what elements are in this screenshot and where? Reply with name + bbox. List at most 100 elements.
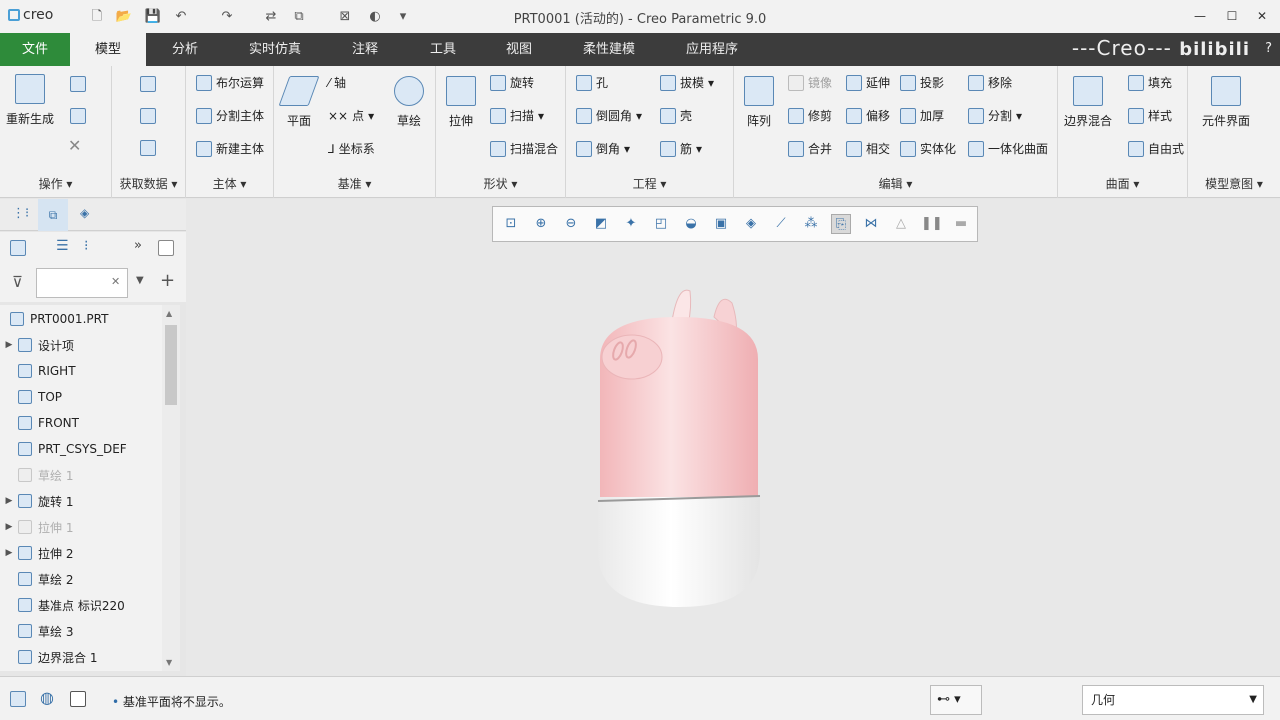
- project-button[interactable]: 投影: [900, 74, 944, 91]
- view-manager-icon[interactable]: ▣: [711, 214, 731, 234]
- open-icon[interactable]: 📂: [115, 8, 133, 26]
- split-button[interactable]: 分割 ▾: [968, 107, 1022, 124]
- plane-button[interactable]: 平面: [278, 76, 320, 129]
- save-icon[interactable]: 💾: [144, 8, 162, 26]
- refit-icon[interactable]: ⊡: [501, 214, 521, 234]
- solidify-button[interactable]: 实体化: [900, 140, 956, 157]
- pattern-button[interactable]: 阵列: [744, 76, 774, 129]
- pause-icon[interactable]: ❚❚: [921, 214, 943, 234]
- redo-icon[interactable]: ↷: [218, 8, 236, 26]
- new-icon[interactable]: 🗋: [88, 8, 106, 26]
- display-style-icon[interactable]: ◒: [681, 214, 701, 234]
- customize-icon[interactable]: ▾: [394, 8, 412, 26]
- tab-annotate[interactable]: 注释: [330, 33, 400, 66]
- draft-button[interactable]: 拔模 ▾: [660, 74, 714, 91]
- hole-button[interactable]: 孔: [576, 74, 608, 91]
- tree-node[interactable]: ▶ 设计项: [0, 332, 162, 358]
- clear-search-icon[interactable]: ✕: [111, 275, 120, 288]
- windows-icon[interactable]: ⧉: [290, 8, 308, 26]
- filter-icon[interactable]: ⊽: [12, 273, 23, 291]
- delete-icon[interactable]: ✕: [68, 136, 81, 155]
- extend-button[interactable]: 延伸: [846, 74, 890, 91]
- show-navigator-icon[interactable]: [10, 691, 26, 707]
- regenerate-button[interactable]: 重新生成: [6, 74, 54, 127]
- tree-node[interactable]: ▶ 拉伸 2: [0, 540, 162, 566]
- tree-node[interactable]: 草绘 1: [0, 462, 162, 488]
- scroll-down-icon[interactable]: ▼: [166, 658, 172, 667]
- tree-node[interactable]: 草绘 3: [0, 618, 162, 644]
- browser-icon[interactable]: ◍: [40, 688, 54, 707]
- expand-icon[interactable]: ▶: [0, 522, 18, 532]
- undo-icon[interactable]: ↶: [172, 8, 190, 26]
- appearance-icon[interactable]: △: [891, 214, 911, 234]
- boundary-blend-button[interactable]: 边界混合: [1064, 76, 1112, 129]
- tab-flexible-modeling[interactable]: 柔性建模: [566, 33, 652, 66]
- show-icon[interactable]: [158, 240, 174, 256]
- tree-node[interactable]: RIGHT: [0, 358, 162, 384]
- scroll-thumb[interactable]: [165, 325, 177, 405]
- new-body-button[interactable]: 新建主体: [196, 140, 264, 157]
- close-button[interactable]: ✕: [1252, 7, 1272, 25]
- chamfer-button[interactable]: 倒角 ▾: [576, 140, 630, 157]
- revolve-button[interactable]: 旋转: [490, 74, 534, 91]
- point-button[interactable]: ×× 点 ▾: [328, 107, 374, 124]
- tab-analysis[interactable]: 分析: [150, 33, 220, 66]
- repaint-icon[interactable]: ◩: [591, 214, 611, 234]
- tab-applications[interactable]: 应用程序: [672, 33, 752, 66]
- axis-button[interactable]: ⁄ 轴: [328, 74, 346, 91]
- saved-orientations-icon[interactable]: ◰: [651, 214, 671, 234]
- datum-display-icon[interactable]: ⎘: [831, 214, 851, 234]
- remove-button[interactable]: 移除: [968, 74, 1012, 91]
- split-body-button[interactable]: 分割主体: [196, 107, 264, 124]
- tab-file[interactable]: 文件: [0, 33, 70, 66]
- model-tree-tab-icon[interactable]: ⋮⁝: [12, 206, 29, 221]
- fill-button[interactable]: 填充: [1128, 74, 1172, 91]
- mirror-button[interactable]: 镜像: [788, 74, 832, 91]
- expand-icon[interactable]: ▶: [0, 496, 18, 506]
- tree-node[interactable]: PRT_CSYS_DEF: [0, 436, 162, 462]
- tree-node[interactable]: 边界混合 1: [0, 644, 162, 670]
- user-defined-feature-icon[interactable]: [140, 76, 156, 92]
- tab-live-simulation[interactable]: 实时仿真: [230, 33, 320, 66]
- full-screen-icon[interactable]: [70, 691, 86, 707]
- tree-scrollbar[interactable]: ▲ ▼: [162, 305, 180, 671]
- zoom-out-icon[interactable]: ⊖: [561, 214, 581, 234]
- paste-icon[interactable]: [70, 108, 86, 124]
- add-icon[interactable]: +: [160, 270, 175, 291]
- trim-button[interactable]: 修剪: [788, 107, 832, 124]
- layer-icon[interactable]: ▬: [951, 214, 971, 234]
- selection-filter[interactable]: 几何 ▼: [1082, 685, 1264, 715]
- round-button[interactable]: 倒圆角 ▾: [576, 107, 642, 124]
- csys-button[interactable]: ⅃ 坐标系: [328, 140, 375, 157]
- intersect-button[interactable]: 相交: [846, 140, 890, 157]
- unify-surfaces-button[interactable]: 一体化曲面: [968, 140, 1048, 157]
- tab-view[interactable]: 视图: [486, 33, 552, 66]
- offset-button[interactable]: 偏移: [846, 107, 890, 124]
- style-button[interactable]: 样式: [1128, 107, 1172, 124]
- tree-node[interactable]: TOP: [0, 384, 162, 410]
- tree-settings-icon[interactable]: ⁝: [84, 238, 88, 254]
- copy-geometry-icon[interactable]: [140, 108, 156, 124]
- tree-columns-icon[interactable]: ☰: [56, 238, 69, 254]
- scroll-up-icon[interactable]: ▲: [166, 309, 172, 318]
- graphics-window[interactable]: [186, 199, 1280, 676]
- boolean-button[interactable]: 布尔运算: [196, 74, 264, 91]
- shrinkwrap-icon[interactable]: [140, 140, 156, 156]
- expand-icon[interactable]: ▶: [0, 548, 18, 558]
- tree-node[interactable]: 基准点 标识220: [0, 592, 162, 618]
- swept-blend-button[interactable]: 扫描混合: [490, 140, 558, 157]
- copy-icon[interactable]: [70, 76, 86, 92]
- freestyle-button[interactable]: 自由式: [1128, 140, 1184, 157]
- tab-tools[interactable]: 工具: [408, 33, 478, 66]
- sweep-button[interactable]: 扫描 ▾: [490, 107, 544, 124]
- tree-filter-icon[interactable]: [10, 240, 26, 256]
- tree-node[interactable]: ▶ 拉伸 1: [0, 514, 162, 540]
- search-dropdown-icon[interactable]: ▼: [136, 275, 144, 286]
- tree-node[interactable]: ▶ 旋转 1: [0, 488, 162, 514]
- tab-model[interactable]: 模型: [70, 33, 146, 66]
- spin-center-icon[interactable]: ✦: [621, 214, 641, 234]
- shell-button[interactable]: 壳: [660, 107, 692, 124]
- find-button[interactable]: ⊷ ▾: [930, 685, 982, 715]
- merge-button[interactable]: 合并: [788, 140, 832, 157]
- sketch-button[interactable]: 草绘: [394, 76, 424, 129]
